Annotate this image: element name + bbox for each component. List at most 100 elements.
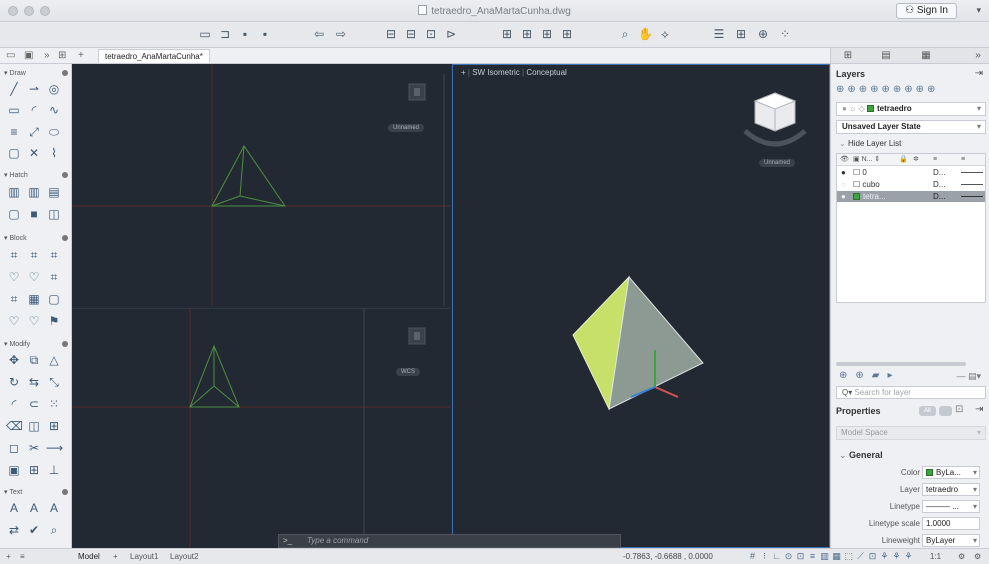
tab-layout2[interactable]: Layout2 <box>170 552 198 561</box>
pan-icon[interactable]: ✋ <box>638 27 653 41</box>
polyline-icon[interactable]: ⇀ <box>26 81 42 97</box>
rotate-icon[interactable]: ↻ <box>6 374 22 390</box>
add-icon[interactable]: + <box>6 552 11 561</box>
stretch-icon[interactable]: △ <box>46 352 62 368</box>
xref-icon[interactable]: ⊞ <box>560 27 574 41</box>
file-tab[interactable]: tetraedro_AnaMartaCunha* <box>98 49 210 63</box>
save-as-icon[interactable]: ▪ <box>258 27 272 41</box>
viewport-right[interactable]: + | SW Isometric | Conceptual Unnamed <box>452 64 830 548</box>
gear-icon[interactable] <box>62 235 68 241</box>
ortho-icon[interactable]: ∟ <box>772 551 781 561</box>
hide-layer-list-toggle[interactable]: ⌄ Hide Layer List <box>839 139 901 148</box>
drawing-canvas[interactable]: Unnamed WCS + | SW Isometric | Conceptua… <box>72 64 830 548</box>
hatch-edit-icon[interactable]: ▥ <box>26 184 42 200</box>
ray-icon[interactable]: ⤢ <box>26 124 42 140</box>
boundary-icon[interactable]: ▢ <box>6 206 22 222</box>
copy-icon[interactable]: ⧉ <box>26 352 42 368</box>
table-icon[interactable]: ▦ <box>26 291 42 307</box>
move-icon[interactable]: ✥ <box>6 352 22 368</box>
explode-icon[interactable]: ◻ <box>6 440 22 456</box>
zoom-icon[interactable]: ⌕ <box>618 27 632 41</box>
fillet-icon[interactable]: ◜ <box>6 396 22 412</box>
export-icon[interactable]: ⊳ <box>444 27 458 41</box>
insert-block-icon[interactable]: ⌗ <box>6 247 22 263</box>
lengthen-icon[interactable]: ⊞ <box>26 462 42 478</box>
layer-actions-row[interactable]: ⊕⊕▰▸ <box>839 370 900 381</box>
panel-expand-icon[interactable]: » <box>971 50 985 61</box>
new-tab-icon[interactable]: + <box>78 50 84 61</box>
annotation-scale-icon[interactable]: ⚘ <box>904 551 913 561</box>
layers-tab-icon[interactable]: ⊞ <box>841 50 855 61</box>
layer-state-dropdown[interactable]: Unsaved Layer State ▾ <box>836 120 986 134</box>
layout-icon[interactable]: ⊞ <box>520 27 534 41</box>
pin-icon[interactable]: ⇥ <box>975 404 983 415</box>
section-block[interactable]: ▾ Block <box>4 234 68 242</box>
match-properties-icon[interactable]: ⊕ <box>756 27 770 41</box>
attribute-manager-icon[interactable]: ♡ <box>26 313 42 329</box>
table-row[interactable]: ○ ☐ cubo D... <box>837 179 985 190</box>
settings-gear-icon[interactable]: ⚙ <box>974 552 981 561</box>
view-cube[interactable] <box>743 92 807 147</box>
column-name[interactable]: ▣ N... ⇕ <box>853 154 880 166</box>
lock-icon[interactable]: 🔒 <box>899 154 908 166</box>
layer-tools-row[interactable]: ⊕⊕⊕⊕⊕⊕⊕⊕⊕ <box>836 84 938 95</box>
tab-layout1[interactable]: Layout1 <box>130 552 158 561</box>
undo-icon[interactable]: ⇦ <box>312 27 326 41</box>
tab-model[interactable]: Model <box>78 552 100 561</box>
revcloud-icon[interactable]: ⌇ <box>46 145 62 161</box>
save-icon[interactable]: ▪ <box>238 27 252 41</box>
circle-icon[interactable]: ◎ <box>46 81 62 97</box>
annotation-visibility-icon[interactable]: ⚘ <box>880 551 889 561</box>
erase-icon[interactable]: ⌫ <box>6 418 23 434</box>
lineweight-icon[interactable]: ▥ <box>820 551 829 561</box>
xline-icon[interactable]: ✕ <box>26 145 42 161</box>
spell-check-icon[interactable]: ✔ <box>26 522 42 538</box>
define-attribute-icon[interactable]: ⚑ <box>46 313 62 329</box>
trim-icon[interactable]: ✂ <box>26 440 42 456</box>
workspace-icon[interactable]: ⚙ <box>958 552 965 561</box>
snap-icon[interactable]: ⁝ <box>760 551 769 561</box>
array-icon[interactable]: ⁙ <box>46 396 62 412</box>
color-dropdown[interactable]: ByLa... ▾ <box>922 466 980 479</box>
otrack-icon[interactable]: ≡ <box>808 551 817 561</box>
scale-icon[interactable]: ⤡ <box>46 374 62 390</box>
text-style-icon[interactable]: A <box>46 500 62 516</box>
gear-icon[interactable] <box>62 172 68 178</box>
pin-icon[interactable]: ⇥ <box>975 68 983 79</box>
region-icon[interactable]: ▢ <box>6 145 22 161</box>
attribute-icon[interactable]: ♡ <box>6 269 22 285</box>
view-icon[interactable]: ⊞ <box>540 27 554 41</box>
annotation-scale[interactable]: 1:1 <box>930 552 941 561</box>
gear-icon[interactable] <box>62 341 68 347</box>
plot-icon[interactable]: ⊟ <box>384 27 398 41</box>
sign-in-dropdown-icon[interactable]: ▾ <box>976 5 981 16</box>
command-prompt-icon[interactable]: >_ <box>283 535 292 547</box>
properties-palette-icon[interactable]: ☰ <box>712 27 726 41</box>
quick-select-icon[interactable]: ⁘ <box>778 27 792 41</box>
general-section-header[interactable]: ⌄ General <box>839 450 883 461</box>
rectangle-icon[interactable]: ▭ <box>6 102 22 118</box>
transparency-icon[interactable]: ▦ <box>832 551 841 561</box>
mirror-icon[interactable]: ⇆ <box>26 374 42 390</box>
section-text[interactable]: ▾ Text <box>4 488 68 496</box>
freeze-icon[interactable]: ✲ <box>913 154 919 166</box>
gradient-icon[interactable]: ▤ <box>46 184 62 200</box>
layout-menu-icon[interactable]: ≡ <box>20 552 25 561</box>
spline-icon[interactable]: ∿ <box>46 102 62 118</box>
edit-block-icon[interactable]: ⌗ <box>46 247 62 263</box>
wcs-menu-top-left[interactable]: Unnamed <box>388 124 425 132</box>
filter-toggle-button[interactable] <box>939 406 953 416</box>
linetype-dropdown[interactable]: ——— ... ▾ <box>922 500 980 513</box>
new-file-icon[interactable]: ▭ <box>198 27 212 41</box>
section-hatch[interactable]: ▾ Hatch <box>4 171 68 179</box>
selection-cycling-icon[interactable]: ⬚ <box>844 551 853 561</box>
attribute-edit-icon[interactable]: ♡ <box>26 269 42 285</box>
column-description[interactable]: ≡ <box>933 154 937 166</box>
properties-tab-icon[interactable]: ▤ <box>879 50 893 61</box>
write-block-icon[interactable]: ⌗ <box>46 269 62 285</box>
hatch-icon[interactable]: ▥ <box>6 184 22 200</box>
multiline-text-icon[interactable]: A <box>6 500 22 516</box>
sync-attributes-icon[interactable]: ♡ <box>6 313 22 329</box>
table-row[interactable]: ● tetra... D... <box>837 191 985 202</box>
visibility-icon[interactable]: 👁 <box>840 154 849 166</box>
